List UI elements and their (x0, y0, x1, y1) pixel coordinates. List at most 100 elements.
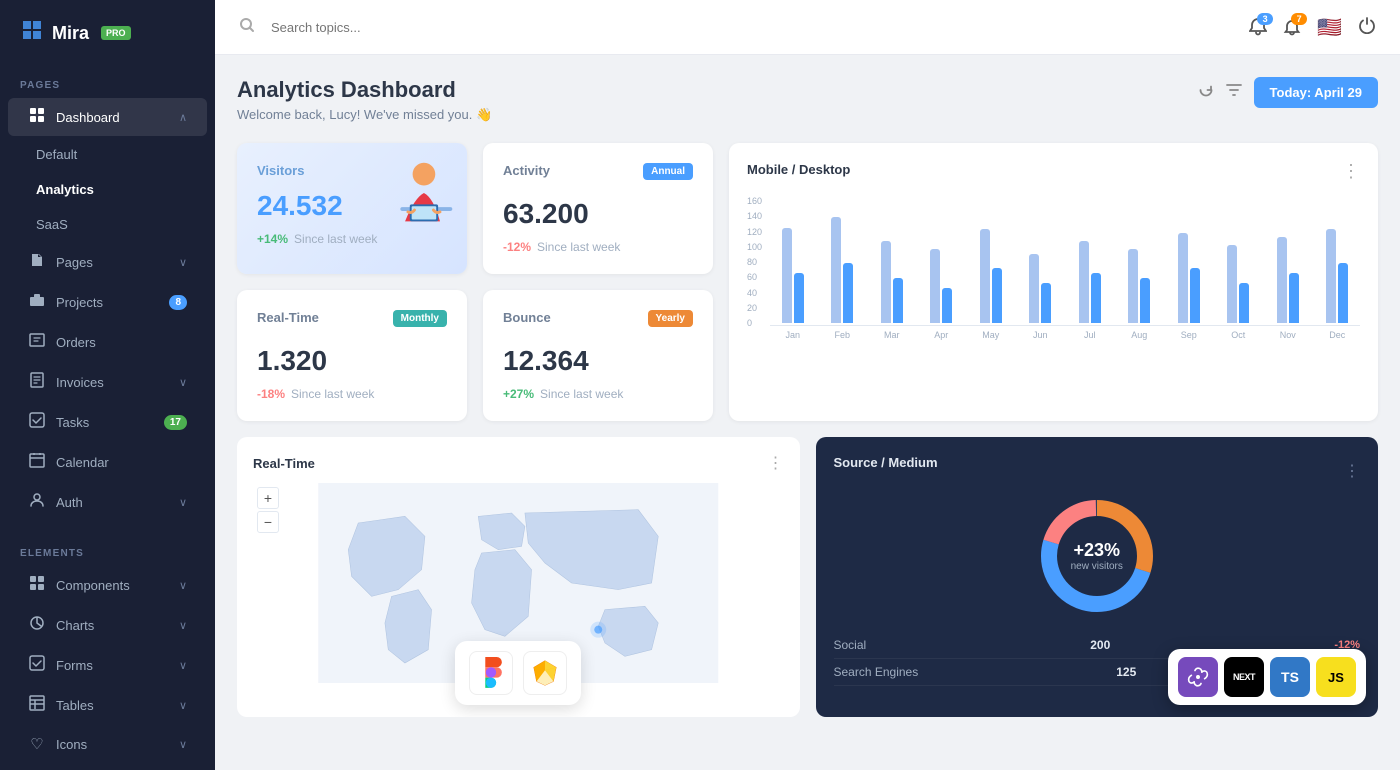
page-actions: Today: April 29 (1198, 77, 1378, 108)
bar-dec (1315, 229, 1361, 323)
page-header: Analytics Dashboard Welcome back, Lucy! … (237, 77, 1378, 123)
tasks-icon (28, 412, 46, 432)
bounce-badge: Yearly (648, 310, 693, 327)
bar-apr (919, 249, 965, 323)
search-input[interactable] (271, 20, 1233, 35)
source-more-icon[interactable]: ⋮ (1344, 461, 1360, 481)
projects-badge: 8 (169, 295, 187, 310)
bell-button[interactable]: 7 (1283, 18, 1301, 36)
forms-chevron: ∨ (179, 659, 187, 672)
sidebar-item-charts[interactable]: Charts ∨ (8, 606, 207, 644)
chart-header: Mobile / Desktop ⋮ (747, 161, 1360, 182)
bar-chart-container: 160 140 120 100 80 60 40 20 0 (747, 196, 1360, 346)
notifications-button[interactable]: 3 (1249, 18, 1267, 36)
javascript-logo: JS (1316, 657, 1356, 697)
activity-change: -12% (503, 240, 531, 254)
page-subtitle: Welcome back, Lucy! We've missed you. 👋 (237, 107, 492, 123)
social-name: Social (834, 638, 867, 652)
realtime-title: Real-Time (257, 310, 319, 325)
orders-icon (28, 332, 46, 352)
map-more-icon[interactable]: ⋮ (768, 453, 784, 473)
bar-oct (1216, 245, 1262, 323)
pages-section-title: PAGES (0, 66, 215, 97)
visitors-change: +14% (257, 232, 288, 246)
bar-sep (1166, 233, 1212, 323)
projects-icon (28, 292, 46, 312)
social-value: 200 (1090, 638, 1110, 652)
logo-area[interactable]: Mira PRO (0, 0, 215, 66)
tech-logos-strip: NEXT TS JS (1168, 649, 1366, 705)
sidebar-item-calendar[interactable]: Calendar (8, 443, 207, 481)
bar-feb (820, 217, 866, 323)
page-title-area: Analytics Dashboard Welcome back, Lucy! … (237, 77, 492, 123)
charts-label: Charts (56, 618, 94, 633)
tasks-label: Tasks (56, 415, 89, 430)
top-section: Visitors 24.532 +14% Since last week (237, 143, 1378, 421)
logo-text: Mira (52, 23, 89, 44)
sidebar-item-orders[interactable]: Orders (8, 323, 207, 361)
sidebar-item-dashboard[interactable]: Dashboard ∧ (8, 98, 207, 136)
source-medium-card: Source / Medium ⋮ (816, 437, 1379, 717)
bar-aug (1117, 249, 1163, 323)
sidebar-item-forms[interactable]: Forms ∨ (8, 646, 207, 684)
sidebar-item-components[interactable]: Components ∨ (8, 566, 207, 604)
invoices-icon (28, 372, 46, 392)
source-title: Source / Medium (834, 455, 938, 470)
bounce-footer: +27% Since last week (503, 387, 693, 401)
sidebar-item-icons[interactable]: ♡ Icons ∨ (8, 726, 207, 762)
sidebar-item-invoices[interactable]: Invoices ∨ (8, 363, 207, 401)
activity-title: Activity (503, 163, 550, 178)
visitors-card: Visitors 24.532 +14% Since last week (237, 143, 467, 274)
donut-area: +23% new visitors (834, 496, 1361, 616)
sidebar-item-maps[interactable]: Maps ∨ (8, 764, 207, 770)
realtime-change: -18% (257, 387, 285, 401)
visitors-since: Since last week (294, 232, 377, 246)
map-zoom-out[interactable]: − (257, 511, 279, 533)
pages-label: Pages (56, 255, 93, 270)
components-chevron: ∨ (179, 579, 187, 592)
search-icon (239, 17, 255, 38)
pages-chevron: ∨ (179, 256, 187, 269)
filter-icon[interactable] (1226, 82, 1242, 103)
bar-nov (1265, 237, 1311, 323)
bounce-since: Since last week (540, 387, 623, 401)
pages-icon (28, 252, 46, 272)
invoices-label: Invoices (56, 375, 104, 390)
bell-count: 7 (1291, 13, 1307, 25)
forms-icon (28, 655, 46, 675)
bounce-value: 12.364 (503, 345, 693, 377)
projects-label: Projects (56, 295, 103, 310)
power-icon[interactable] (1358, 16, 1376, 39)
dashboard-chevron: ∧ (179, 111, 187, 124)
sidebar-item-tasks[interactable]: Tasks 17 (8, 403, 207, 441)
mobile-desktop-chart-card: Mobile / Desktop ⋮ 160 140 120 100 80 60… (729, 143, 1378, 421)
map-zoom-in[interactable]: + (257, 487, 279, 509)
search-value: 125 (1116, 665, 1136, 679)
sidebar-item-saas[interactable]: SaaS (8, 208, 207, 241)
sidebar-item-auth[interactable]: Auth ∨ (8, 483, 207, 521)
figma-logo (469, 651, 513, 695)
sidebar-item-projects[interactable]: Projects 8 (8, 283, 207, 321)
bounce-change: +27% (503, 387, 534, 401)
y-axis: 160 140 120 100 80 60 40 20 0 (747, 196, 770, 346)
icons-icon: ♡ (28, 735, 46, 753)
sidebar-item-default[interactable]: Default (8, 138, 207, 171)
x-axis-labels: Jan Feb Mar Apr May Jun Jul Aug Sep Oct … (770, 330, 1360, 340)
nextjs-logo: NEXT (1224, 657, 1264, 697)
date-button[interactable]: Today: April 29 (1254, 77, 1378, 108)
dashboard-icon (28, 107, 46, 127)
sidebar-item-tables[interactable]: Tables ∨ (8, 686, 207, 724)
sidebar-item-analytics[interactable]: Analytics (8, 173, 207, 206)
chart-more-icon[interactable]: ⋮ (1342, 161, 1360, 182)
auth-chevron: ∨ (179, 496, 187, 509)
pro-badge: PRO (101, 26, 131, 40)
map-header-area: Real-Time ⋮ (237, 437, 800, 473)
sidebar-item-pages[interactable]: Pages ∨ (8, 243, 207, 281)
refresh-icon[interactable] (1198, 82, 1214, 103)
realtime-header: Real-Time Monthly (257, 310, 447, 337)
source-header: Source / Medium ⋮ (834, 455, 1361, 486)
tasks-badge: 17 (164, 415, 187, 430)
flag-icon[interactable]: 🇺🇸 (1317, 15, 1342, 40)
charts-chevron: ∨ (179, 619, 187, 632)
bar-jun (1018, 254, 1064, 323)
